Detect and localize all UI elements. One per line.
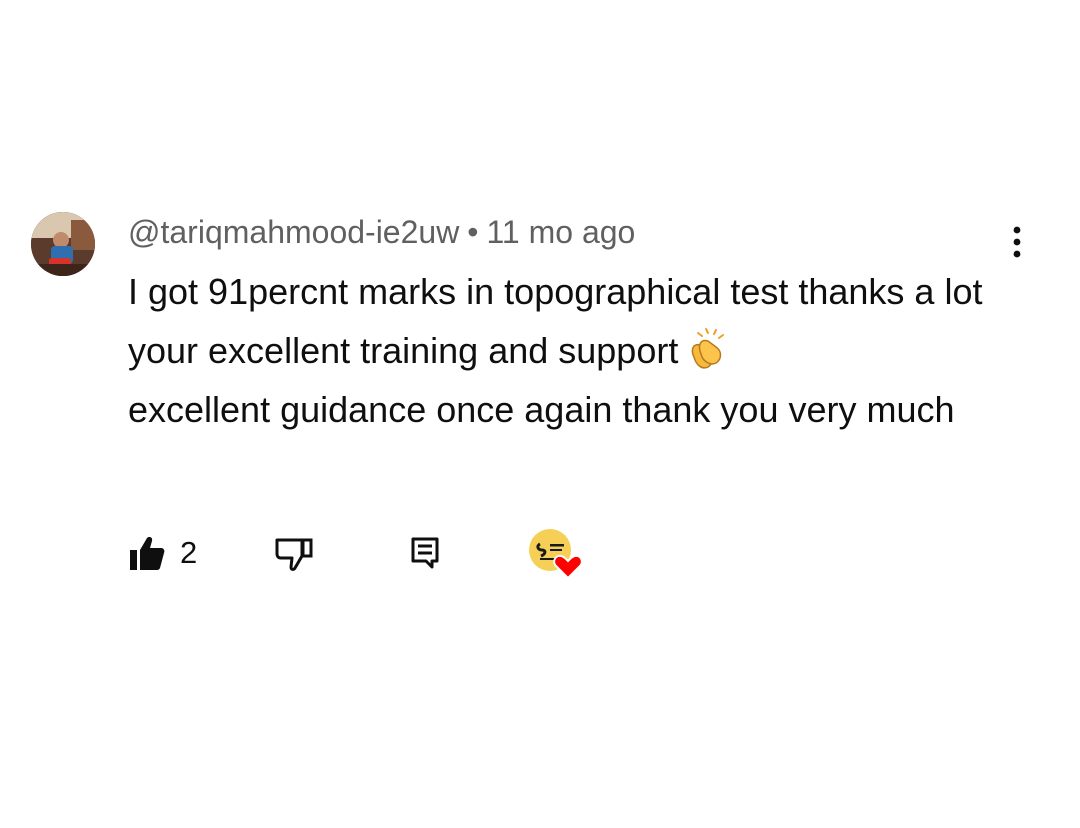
more-vertical-icon: [1013, 226, 1021, 258]
reply-button[interactable]: [410, 528, 440, 578]
comment-author[interactable]: @tariqmahmood-ie2uw: [128, 214, 459, 250]
comment-meta: @tariqmahmood-ie2uw • 11 mo ago: [128, 212, 635, 252]
comment-icon: [411, 537, 439, 569]
avatar-image: [31, 212, 95, 276]
dislike-button[interactable]: [274, 528, 314, 578]
meta-separator: •: [467, 214, 479, 250]
more-options-button[interactable]: [1000, 222, 1034, 262]
thumbs-down-icon: [275, 538, 313, 571]
comment-text: I got 91percnt marks in topographical te…: [128, 262, 1008, 439]
avatar[interactable]: [31, 212, 95, 276]
comment-text-part-1: I got 91percnt marks in topographical te…: [128, 271, 983, 371]
comment-thread: @tariqmahmood-ie2uw • 11 mo ago I got 91pe…: [0, 0, 1080, 828]
creator-heart-icon: [529, 529, 583, 580]
creator-heart-badge: [528, 528, 586, 580]
like-button[interactable]: 2: [128, 528, 197, 578]
comment-timestamp[interactable]: 11 mo ago: [487, 214, 636, 250]
thumbs-up-icon: [130, 537, 165, 570]
clapping-hands-icon: [684, 327, 728, 371]
comment-actions: 2: [128, 528, 608, 580]
like-count: 2: [180, 535, 198, 570]
comment-text-part-2: excellent guidance once again thank you …: [128, 389, 955, 430]
